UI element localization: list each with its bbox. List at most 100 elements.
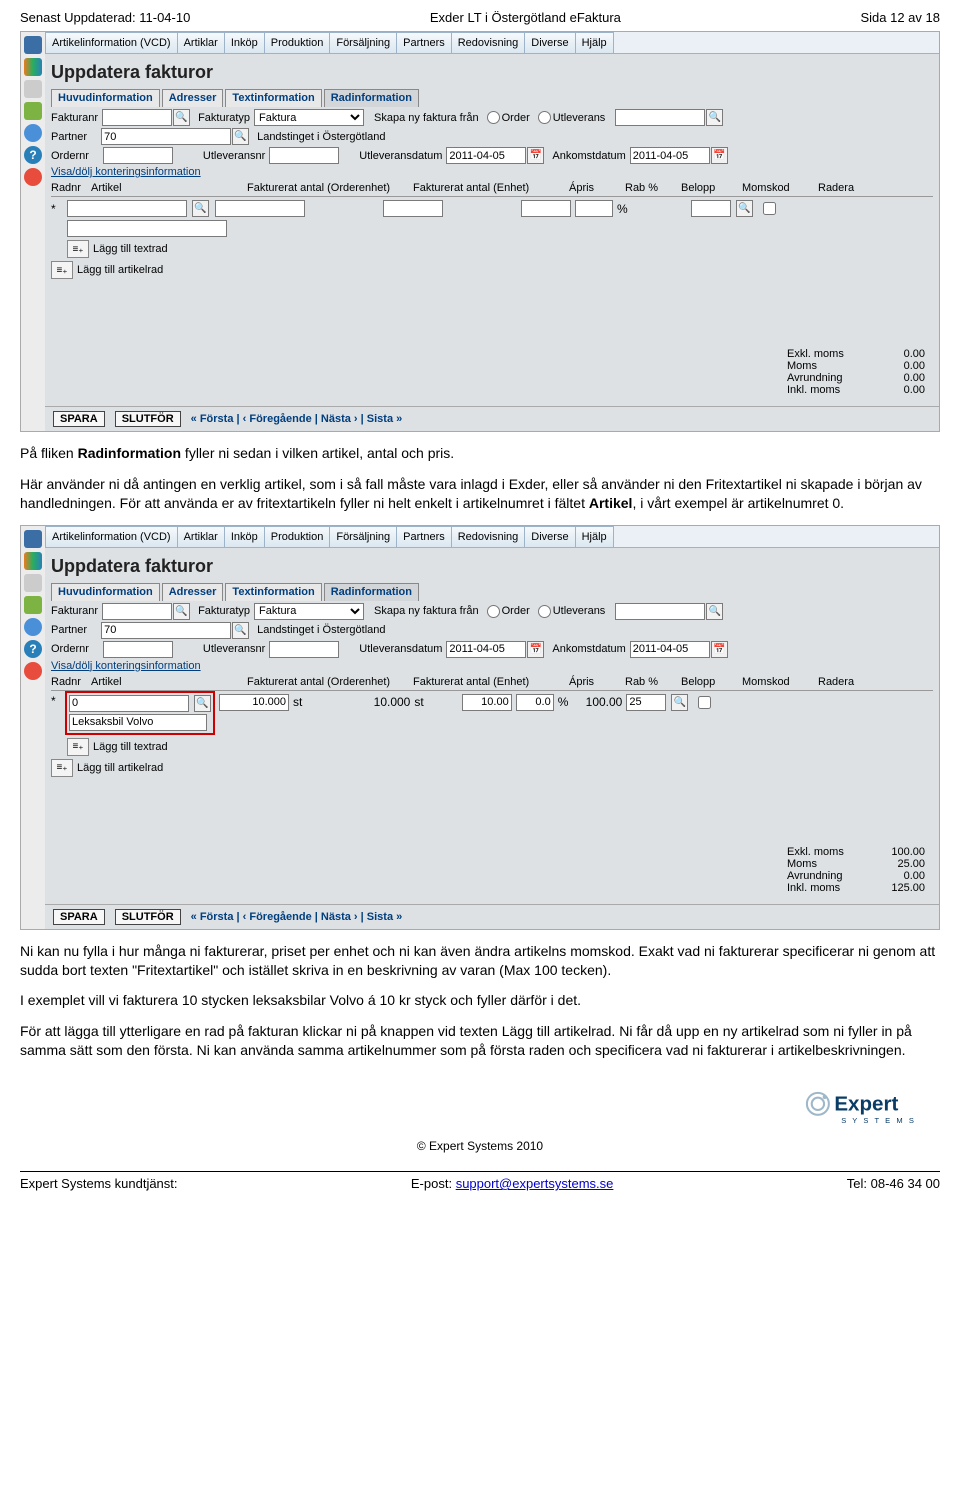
ankomstdatum-cal[interactable]: 📅 — [711, 641, 728, 658]
skapa-ny-lookup[interactable]: 🔍 — [706, 603, 723, 620]
menu-artiklar[interactable]: Artiklar — [177, 526, 225, 547]
menu-forsaljning[interactable]: Försäljning — [329, 526, 397, 547]
ankomstdatum-cal[interactable]: 📅 — [711, 147, 728, 164]
doc-icon[interactable] — [24, 574, 42, 592]
fakturanr-input[interactable] — [102, 603, 172, 620]
truck-icon[interactable] — [24, 102, 42, 120]
artikel-input[interactable] — [67, 200, 187, 217]
menu-hjalp[interactable]: Hjälp — [575, 32, 614, 53]
radera-check[interactable] — [698, 696, 711, 709]
radio-utleverans[interactable] — [538, 111, 551, 124]
doc-icon[interactable] — [24, 80, 42, 98]
menu-inkop[interactable]: Inköp — [224, 32, 265, 53]
rab-input[interactable] — [516, 694, 554, 711]
menu-artikelinfo[interactable]: Artikelinformation (VCD) — [45, 32, 178, 53]
menu-diverse[interactable]: Diverse — [524, 526, 575, 547]
skapa-ny-input[interactable] — [615, 109, 705, 126]
home-icon[interactable] — [24, 36, 42, 54]
artikel-input[interactable] — [69, 695, 189, 712]
menu-partners[interactable]: Partners — [396, 526, 452, 547]
link-visa-dolj[interactable]: Visa/dölj konteringsinformation — [51, 660, 201, 672]
partner-lookup[interactable]: 🔍 — [232, 622, 249, 639]
utleveransnr-input[interactable] — [269, 147, 339, 164]
menu-hjalp[interactable]: Hjälp — [575, 526, 614, 547]
slutfor-button[interactable]: SLUTFÖR — [115, 909, 181, 925]
add-textrad-button[interactable]: ≡₊ — [67, 738, 89, 756]
rab-input[interactable] — [575, 200, 613, 217]
utleveransdatum-input[interactable] — [446, 641, 526, 658]
skapa-ny-lookup[interactable]: 🔍 — [706, 109, 723, 126]
truck-icon[interactable] — [24, 596, 42, 614]
artikel-lookup[interactable]: 🔍 — [194, 695, 211, 712]
utleveransnr-input[interactable] — [269, 641, 339, 658]
ankomstdatum-input[interactable] — [630, 147, 710, 164]
menu-forsaljning[interactable]: Försäljning — [329, 32, 397, 53]
pager-links[interactable]: « Första | ‹ Föregående | Nästa › | Sist… — [191, 911, 403, 923]
tab-huvudinfo[interactable]: Huvudinformation — [51, 89, 160, 107]
menu-artikelinfo[interactable]: Artikelinformation (VCD) — [45, 526, 178, 547]
momskod-input[interactable] — [626, 694, 666, 711]
ordernr-input[interactable] — [103, 641, 173, 658]
spara-button[interactable]: SPARA — [53, 909, 105, 925]
antal-enhet-input[interactable] — [383, 200, 443, 217]
fakturatyp-select[interactable]: Faktura — [254, 109, 364, 126]
footer-email-link[interactable]: support@expertsystems.se — [456, 1176, 614, 1191]
menu-inkop[interactable]: Inköp — [224, 526, 265, 547]
tab-radinfo[interactable]: Radinformation — [324, 89, 419, 107]
utleveransdatum-cal[interactable]: 📅 — [527, 641, 544, 658]
antal-order-input[interactable] — [219, 694, 289, 711]
slutfor-button[interactable]: SLUTFÖR — [115, 411, 181, 427]
artikel-desc-input[interactable] — [67, 220, 227, 237]
radio-utleverans[interactable] — [538, 605, 551, 618]
ankomstdatum-input[interactable] — [630, 641, 710, 658]
artikel-desc-input[interactable] — [69, 714, 207, 731]
add-textrad-button[interactable]: ≡₊ — [67, 240, 89, 258]
menu-partners[interactable]: Partners — [396, 32, 452, 53]
add-artikelrad-button[interactable]: ≡₊ — [51, 261, 73, 279]
menu-produktion[interactable]: Produktion — [264, 526, 331, 547]
home-icon[interactable] — [24, 530, 42, 548]
radera-check[interactable] — [763, 202, 776, 215]
coin-icon[interactable] — [24, 618, 42, 636]
spara-button[interactable]: SPARA — [53, 411, 105, 427]
partner-lookup[interactable]: 🔍 — [232, 128, 249, 145]
pager-links[interactable]: « Första | ‹ Föregående | Nästa › | Sist… — [191, 413, 403, 425]
momskod-input[interactable] — [691, 200, 731, 217]
tab-radinfo[interactable]: Radinformation — [324, 583, 419, 601]
fakturanr-input[interactable] — [102, 109, 172, 126]
tab-adresser[interactable]: Adresser — [162, 89, 224, 107]
menu-redovisning[interactable]: Redovisning — [451, 526, 526, 547]
menu-produktion[interactable]: Produktion — [264, 32, 331, 53]
ordernr-input[interactable] — [103, 147, 173, 164]
chart-icon[interactable] — [24, 552, 42, 570]
fakturatyp-select[interactable]: Faktura — [254, 603, 364, 620]
momskod-lookup[interactable]: 🔍 — [736, 200, 753, 217]
help-icon[interactable]: ? — [24, 146, 42, 164]
fakturanr-lookup[interactable]: 🔍 — [173, 603, 190, 620]
tab-textinfo[interactable]: Textinformation — [225, 89, 321, 107]
power-icon[interactable] — [24, 662, 42, 680]
coin-icon[interactable] — [24, 124, 42, 142]
radio-order[interactable] — [487, 605, 500, 618]
link-visa-dolj[interactable]: Visa/dölj konteringsinformation — [51, 166, 201, 178]
partner-input[interactable] — [101, 622, 231, 639]
tab-textinfo[interactable]: Textinformation — [225, 583, 321, 601]
fakturanr-lookup[interactable]: 🔍 — [173, 109, 190, 126]
apris-input[interactable] — [462, 694, 512, 711]
utleveransdatum-cal[interactable]: 📅 — [527, 147, 544, 164]
momskod-lookup[interactable]: 🔍 — [671, 694, 688, 711]
power-icon[interactable] — [24, 168, 42, 186]
menu-diverse[interactable]: Diverse — [524, 32, 575, 53]
artikel-lookup[interactable]: 🔍 — [192, 200, 209, 217]
partner-input[interactable] — [101, 128, 231, 145]
chart-icon[interactable] — [24, 58, 42, 76]
help-icon[interactable]: ? — [24, 640, 42, 658]
add-artikelrad-button[interactable]: ≡₊ — [51, 759, 73, 777]
tab-adresser[interactable]: Adresser — [162, 583, 224, 601]
utleveransdatum-input[interactable] — [446, 147, 526, 164]
tab-huvudinfo[interactable]: Huvudinformation — [51, 583, 160, 601]
skapa-ny-input[interactable] — [615, 603, 705, 620]
menu-artiklar[interactable]: Artiklar — [177, 32, 225, 53]
radio-order[interactable] — [487, 111, 500, 124]
menu-redovisning[interactable]: Redovisning — [451, 32, 526, 53]
